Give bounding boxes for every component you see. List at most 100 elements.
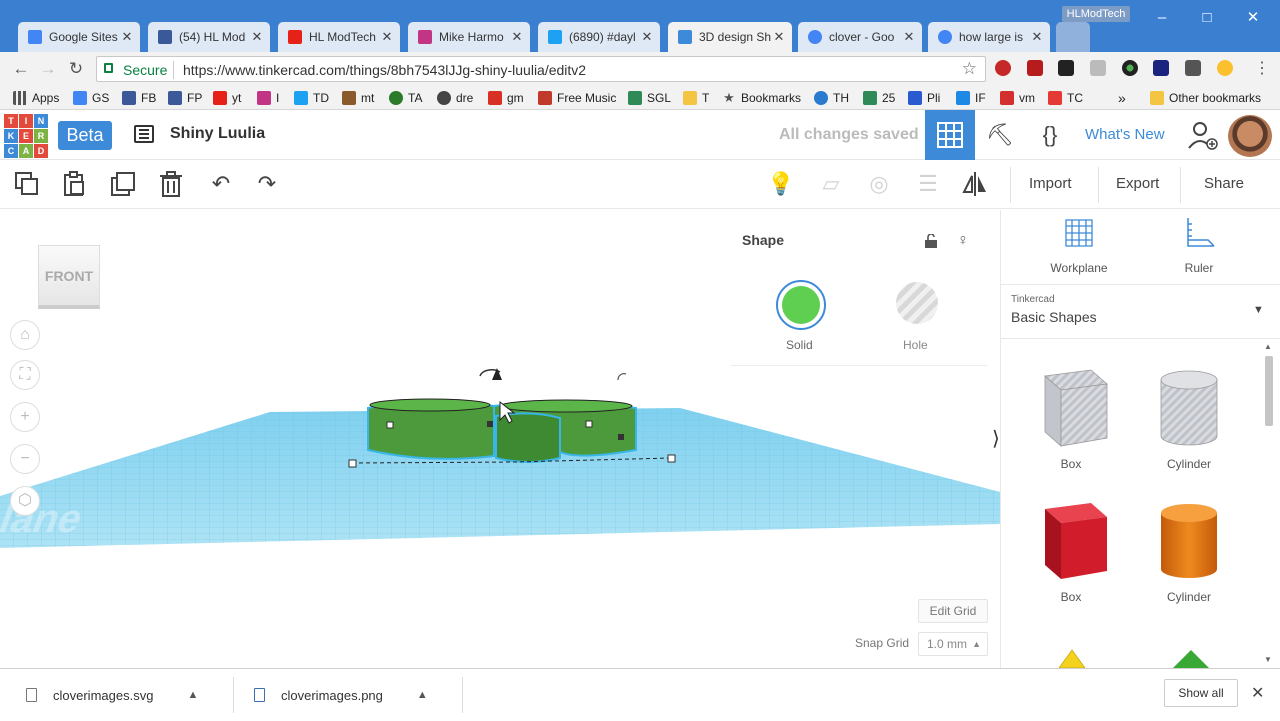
maximize-icon[interactable]: □ (1195, 8, 1219, 28)
extension-ublock-icon[interactable] (995, 60, 1011, 76)
extension-cloud-icon[interactable] (1090, 60, 1106, 76)
design-list-icon[interactable] (134, 125, 154, 143)
browser-tab-youtube[interactable]: HL ModTech ✕ (278, 22, 400, 52)
scroll-down-icon[interactable]: ▼ (1264, 655, 1272, 664)
edit-grid-button[interactable]: Edit Grid (918, 599, 988, 623)
mirror-icon[interactable] (961, 170, 989, 198)
bookmark-instagram[interactable]: I (257, 90, 279, 106)
bookmark-ta[interactable]: TA (389, 90, 422, 106)
fit-view-icon[interactable]: ⛶ (10, 360, 40, 390)
other-bookmarks[interactable]: Other bookmarks (1150, 90, 1261, 106)
workplane-tool[interactable]: Workplane (1029, 216, 1129, 275)
url-text[interactable]: https://www.tinkercad.com/things/8bh7543… (183, 62, 586, 78)
bookmark-vm[interactable]: vm (1000, 90, 1035, 106)
paste-icon[interactable] (60, 170, 88, 198)
bookmark-tc[interactable]: TC (1048, 90, 1083, 106)
minimize-icon[interactable]: – (1150, 8, 1174, 28)
bookmark-apps[interactable]: Apps (13, 90, 59, 106)
browser-tab-tinkercad[interactable]: 3D design Sh ✕ (668, 22, 792, 52)
forward-arrow-icon[interactable]: → (37, 59, 59, 79)
bookmarks-overflow-icon[interactable]: » (1118, 90, 1126, 106)
bookmark-if[interactable]: IF (956, 90, 986, 106)
solid-color-button[interactable] (776, 280, 826, 330)
bookmark-gmail[interactable]: gm (488, 90, 524, 106)
browser-tab-how-large[interactable]: how large is ✕ (928, 22, 1050, 52)
extension-lastpass-icon[interactable] (1027, 60, 1043, 76)
3d-view-button[interactable] (925, 110, 975, 160)
whats-new-link[interactable]: What's New (1085, 126, 1165, 143)
hole-button[interactable] (896, 282, 938, 324)
shape-cylinder-hole[interactable]: Cylinder (1139, 366, 1239, 471)
browser-tab-twitter[interactable]: (6890) #dayl ✕ (538, 22, 660, 52)
chevron-up-icon[interactable]: ▲ (417, 689, 428, 701)
bookmark-mt[interactable]: mt (342, 90, 374, 106)
bookmark-folder-t[interactable]: T (683, 90, 709, 106)
browser-tab-clover-search[interactable]: clover - Goo ✕ (798, 22, 922, 52)
extension-n-icon[interactable] (1153, 60, 1169, 76)
show-all-downloads-button[interactable]: Show all (1164, 679, 1238, 707)
bookmark-th[interactable]: TH (814, 90, 849, 106)
copy-icon[interactable] (13, 170, 41, 198)
browser-tab-google-sites[interactable]: Google Sites ✕ (18, 22, 140, 52)
shape-cylinder[interactable]: Cylinder (1139, 499, 1239, 604)
profile-badge[interactable]: HLModTech (1062, 6, 1130, 22)
bookmark-yt[interactable]: yt (213, 90, 241, 106)
home-view-icon[interactable]: ⌂ (10, 320, 40, 350)
bookmark-fp[interactable]: FP (168, 90, 202, 106)
zoom-out-icon[interactable]: − (10, 444, 40, 474)
lock-icon[interactable] (924, 234, 938, 248)
snap-grid-select[interactable]: 1.0 mm ▲ (918, 632, 988, 656)
avatar[interactable] (1228, 115, 1272, 157)
chevron-up-icon[interactable]: ▲ (187, 689, 198, 701)
pickaxe-icon[interactable]: ⛏ (984, 120, 1016, 150)
chevron-down-icon[interactable]: ▼ (1253, 304, 1264, 316)
browser-menu-icon[interactable]: ⋮ (1254, 58, 1270, 78)
add-user-icon[interactable] (1186, 120, 1218, 150)
tab-close-icon[interactable]: ✕ (120, 29, 134, 45)
new-tab-button[interactable] (1056, 22, 1090, 52)
design-title[interactable]: Shiny Luulia (170, 125, 265, 143)
extension-shield-icon[interactable] (1185, 60, 1201, 76)
download-item-png[interactable]: cloverimages.png ▲ (254, 669, 428, 721)
clover-shape[interactable] (348, 368, 676, 468)
tab-close-icon[interactable]: ✕ (250, 29, 264, 45)
ungroup-icon[interactable]: ◎ (865, 170, 893, 198)
reload-icon[interactable]: ↻ (65, 59, 87, 79)
export-button[interactable]: Export (1116, 175, 1159, 192)
align-icon[interactable]: ☰ (914, 170, 942, 198)
shape-box[interactable]: Box (1021, 499, 1121, 604)
bookmark-sgl[interactable]: SGL (628, 90, 671, 106)
address-bar[interactable]: Secure https://www.tinkercad.com/things/… (96, 56, 986, 82)
undo-icon[interactable]: ↶ (207, 170, 235, 198)
back-arrow-icon[interactable]: ← (10, 59, 32, 79)
perspective-icon[interactable]: ⬡ (10, 486, 40, 516)
extension-color-picker-icon[interactable] (1122, 60, 1138, 76)
shapes-scrollbar[interactable]: ▲ ▼ (1263, 342, 1275, 664)
share-button[interactable]: Share (1204, 175, 1244, 192)
browser-tab-facebook[interactable]: (54) HL Mod ✕ (148, 22, 270, 52)
collapse-panel-icon[interactable]: ⟩ (992, 426, 1000, 451)
workplane-viewport[interactable]: Workplane FRONT ⌂ ⛶ + − ⬡ Shape ♀ Solid … (0, 210, 1000, 668)
bookmark-fb[interactable]: FB (122, 90, 156, 106)
bookmark-free-music[interactable]: Free Music (538, 90, 616, 106)
pyramid-shape-icon[interactable] (1057, 648, 1087, 668)
tab-close-icon[interactable]: ✕ (640, 29, 654, 45)
tinkercad-logo[interactable]: T I N K E R C A D (4, 114, 48, 158)
import-button[interactable]: Import (1029, 175, 1072, 192)
bookmark-25[interactable]: 25 (863, 90, 895, 106)
shape-box-hole[interactable]: Box (1021, 366, 1121, 471)
beta-badge[interactable]: Beta (58, 121, 112, 150)
bookmark-gs[interactable]: GS (73, 90, 109, 106)
tab-close-icon[interactable]: ✕ (380, 29, 394, 45)
scroll-up-icon[interactable]: ▲ (1264, 342, 1272, 351)
codeblocks-icon[interactable]: {} (1034, 120, 1066, 150)
close-window-icon[interactable]: ✕ (1241, 8, 1265, 28)
extension-emoji-icon[interactable] (1217, 60, 1233, 76)
extension-reader-icon[interactable] (1058, 60, 1074, 76)
lightbulb-icon[interactable]: 💡 (767, 170, 795, 198)
view-cube[interactable]: FRONT (38, 245, 100, 309)
lightbulb-icon[interactable]: ♀ (957, 232, 969, 250)
tab-close-icon[interactable]: ✕ (510, 29, 524, 45)
browser-tab-instagram[interactable]: Mike Harmo ✕ (408, 22, 530, 52)
tab-close-icon[interactable]: ✕ (772, 29, 786, 45)
